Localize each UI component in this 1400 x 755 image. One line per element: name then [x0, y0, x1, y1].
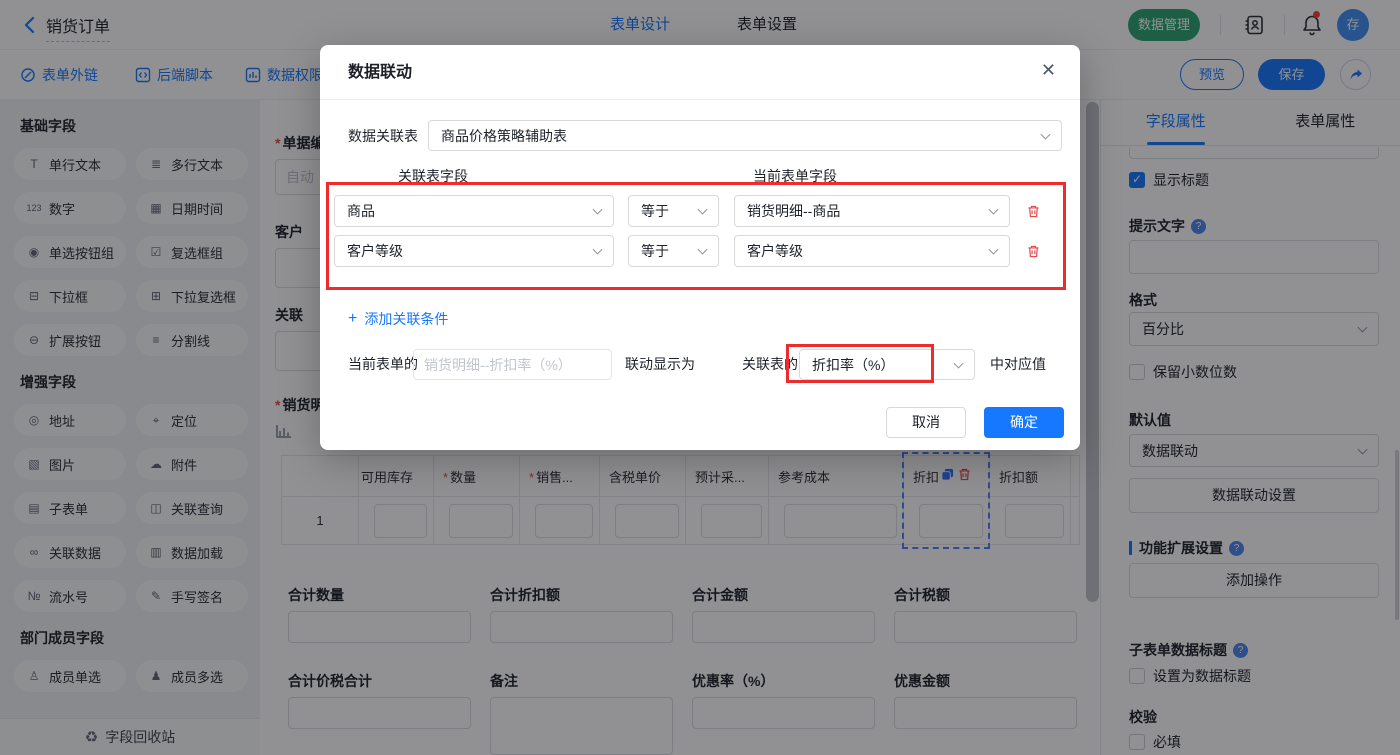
chevron-down-icon: [592, 204, 603, 215]
condition-right-select-value: 销货明细--商品: [747, 203, 841, 219]
chevron-down-icon: [592, 244, 603, 255]
close-icon[interactable]: [1041, 60, 1056, 81]
chevron-down-icon: [988, 244, 999, 255]
condition-left-select[interactable]: 商品: [334, 195, 614, 227]
modal-title: 数据联动: [348, 64, 413, 81]
chevron-down-icon: [697, 204, 708, 215]
chevron-down-icon: [953, 358, 964, 369]
chevron-down-icon: [1040, 129, 1051, 140]
relation-of-label: 关联表的: [742, 356, 798, 372]
condition-right-select-value: 客户等级: [747, 243, 803, 259]
condition-operator-select-value: 等于: [641, 203, 669, 219]
left-column-header: 关联表字段: [398, 168, 468, 184]
condition-operator-select[interactable]: 等于: [628, 235, 719, 267]
condition-left-select[interactable]: 客户等级: [334, 235, 614, 267]
linkage-display-label: 联动显示为: [625, 356, 695, 372]
condition-operator-select[interactable]: 等于: [628, 195, 719, 227]
right-column-header: 当前表单字段: [753, 168, 837, 184]
relation-field-select[interactable]: 折扣率（%）: [799, 349, 975, 380]
add-condition-label: 添加关联条件: [364, 311, 449, 327]
form-designer-app: 销货订单 表单设计 表单设置 数据管理 存 表单外链 后端脚本 数据权限 预览 …: [0, 0, 1400, 755]
condition-left-select-value: 客户等级: [347, 243, 403, 259]
current-field-input: 销货明细--折扣率（%）: [413, 349, 612, 380]
confirm-button[interactable]: 确定: [984, 407, 1064, 438]
condition-left-select-value: 商品: [347, 203, 375, 219]
current-form-label: 当前表单的: [348, 356, 418, 372]
delete-condition-icon[interactable]: [1026, 204, 1041, 219]
add-condition-link[interactable]: 添加关联条件: [348, 309, 448, 329]
condition-list: 商品 等于 销货明细--商品 客户等级 等于 客户等级: [334, 195, 1066, 275]
condition-operator-select-value: 等于: [641, 243, 669, 259]
relation-table-select[interactable]: 商品价格策略辅助表: [428, 120, 1062, 151]
cancel-button[interactable]: 取消: [886, 407, 966, 438]
plus-icon: [348, 310, 357, 328]
condition-right-select[interactable]: 客户等级: [734, 235, 1010, 267]
condition-right-select[interactable]: 销货明细--商品: [734, 195, 1010, 227]
chevron-down-icon: [988, 204, 999, 215]
chevron-down-icon: [697, 244, 708, 255]
condition-row-1: 客户等级 等于 客户等级: [334, 235, 1066, 267]
condition-row-0: 商品 等于 销货明细--商品: [334, 195, 1066, 227]
relation-field-value: 折扣率（%）: [812, 356, 895, 373]
relation-table-value: 商品价格策略辅助表: [441, 127, 567, 144]
data-linkage-modal: 数据联动 数据关联表 商品价格策略辅助表 关联表字段 当前表单字段 商品等于销货…: [320, 45, 1080, 450]
delete-condition-icon[interactable]: [1026, 244, 1041, 259]
relation-table-label: 数据关联表: [348, 128, 418, 144]
suffix-label: 中对应值: [990, 356, 1046, 372]
modal-header: 数据联动: [320, 45, 1080, 100]
